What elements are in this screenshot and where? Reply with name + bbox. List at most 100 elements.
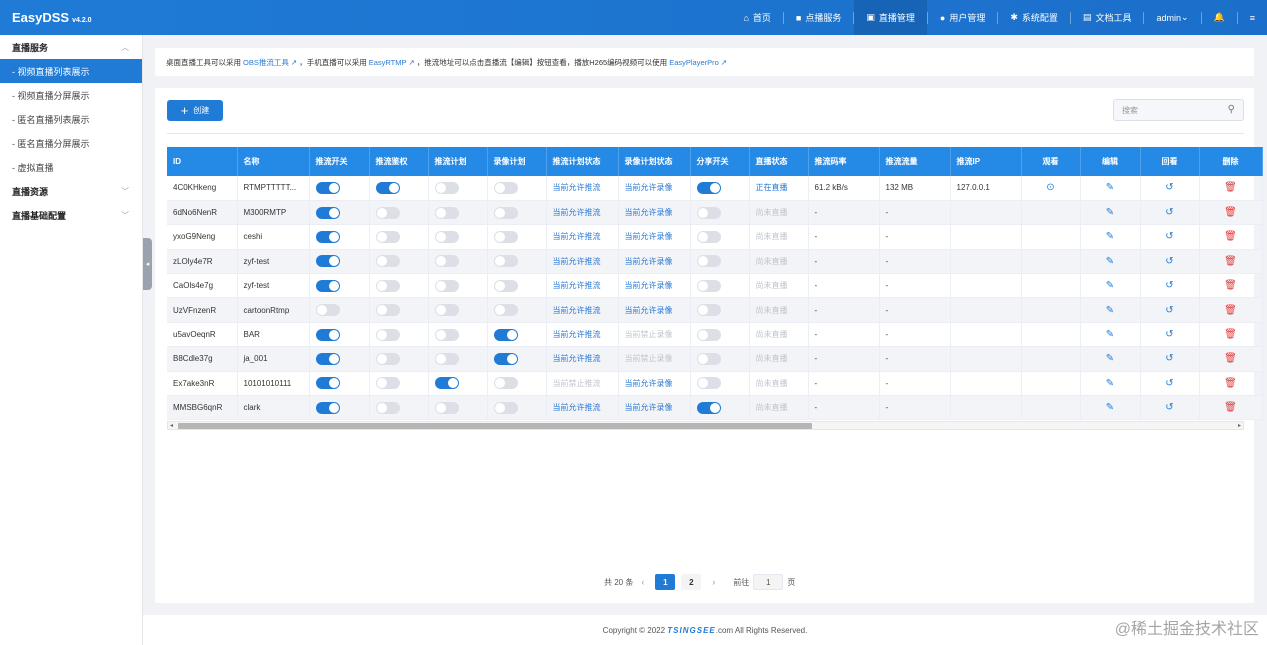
edit-icon[interactable]: ✎ [1106, 402, 1114, 413]
sidebar-collapse-handle[interactable]: ◂ [143, 238, 152, 290]
push-plan-toggle[interactable] [434, 206, 459, 219]
auth-toggle[interactable] [375, 304, 400, 317]
push-toggle[interactable] [315, 352, 340, 365]
scroll-thumb[interactable] [178, 423, 812, 429]
push-plan-toggle[interactable] [434, 401, 459, 414]
auth-toggle[interactable] [375, 377, 400, 390]
playback-icon[interactable]: ↺ [1165, 378, 1173, 389]
record-plan-status[interactable]: 当前允许录像 [625, 183, 673, 192]
push-plan-toggle[interactable] [434, 279, 459, 292]
push-plan-toggle[interactable] [434, 255, 459, 268]
record-plan-status[interactable]: 当前允许录像 [625, 232, 673, 241]
edit-icon[interactable]: ✎ [1106, 329, 1114, 340]
sidebar-group-live-resource[interactable]: 直播资源 ﹀ [0, 179, 142, 203]
share-toggle[interactable] [696, 352, 721, 365]
share-toggle[interactable] [696, 181, 721, 194]
edit-icon[interactable]: ✎ [1106, 182, 1114, 193]
next-page-icon[interactable]: › [712, 577, 715, 587]
auth-toggle[interactable] [375, 279, 400, 292]
edit-icon[interactable]: ✎ [1106, 280, 1114, 291]
trash-icon[interactable]: 🗑 [1224, 182, 1237, 193]
push-plan-toggle[interactable] [434, 304, 459, 317]
push-plan-toggle[interactable] [434, 352, 459, 365]
trash-icon[interactable]: 🗑 [1224, 353, 1237, 364]
sidebar-item-1[interactable]: - 视频直播分屏展示 [0, 83, 142, 107]
share-toggle[interactable] [696, 279, 721, 292]
playback-icon[interactable]: ↺ [1165, 256, 1173, 267]
auth-toggle[interactable] [375, 230, 400, 243]
push-toggle[interactable] [315, 181, 340, 194]
record-plan-toggle[interactable] [493, 328, 518, 341]
nav-item-5[interactable]: ▤ 文档工具 [1071, 0, 1144, 35]
search-input[interactable]: 搜索 ⚲ [1113, 99, 1244, 121]
goto-input[interactable]: 1 [753, 574, 784, 590]
record-plan-toggle[interactable] [493, 255, 518, 268]
create-button[interactable]: + 创建 [167, 100, 223, 121]
record-plan-toggle[interactable] [493, 181, 518, 194]
push-toggle[interactable] [315, 401, 340, 414]
record-plan-status[interactable]: 当前允许录像 [625, 306, 673, 315]
push-plan-status[interactable]: 当前允许推流 [553, 183, 601, 192]
nav-item-1[interactable]: ■ 点播服务 [784, 0, 853, 35]
record-plan-toggle[interactable] [493, 401, 518, 414]
share-toggle[interactable] [696, 230, 721, 243]
trash-icon[interactable]: 🗑 [1224, 329, 1237, 340]
record-plan-status[interactable]: 当前允许录像 [625, 403, 673, 412]
record-plan-status[interactable]: 当前允许录像 [625, 257, 673, 266]
push-plan-status[interactable]: 当前允许推流 [553, 354, 601, 363]
playback-icon[interactable]: ↺ [1165, 329, 1173, 340]
playback-icon[interactable]: ↺ [1165, 353, 1173, 364]
trash-icon[interactable]: 🗑 [1224, 305, 1237, 316]
nav-item-3[interactable]: ● 用户管理 [928, 0, 997, 35]
trash-icon[interactable]: 🗑 [1224, 378, 1237, 389]
push-plan-status[interactable]: 当前允许推流 [553, 306, 601, 315]
auth-toggle[interactable] [375, 401, 400, 414]
push-toggle[interactable] [315, 328, 340, 341]
play-icon[interactable]: ⊙ [1046, 182, 1054, 193]
share-toggle[interactable] [696, 255, 721, 268]
sidebar-item-4[interactable]: - 虚拟直播 [0, 155, 142, 179]
auth-toggle[interactable] [375, 352, 400, 365]
push-plan-status[interactable]: 当前允许推流 [553, 257, 601, 266]
page-button[interactable]: 2 [681, 574, 702, 590]
edit-icon[interactable]: ✎ [1106, 207, 1114, 218]
push-toggle[interactable] [315, 304, 340, 317]
push-plan-toggle[interactable] [434, 328, 459, 341]
nav-item-2[interactable]: ▣ 直播管理 [854, 0, 927, 35]
playback-icon[interactable]: ↺ [1165, 182, 1173, 193]
edit-icon[interactable]: ✎ [1106, 231, 1114, 242]
playback-icon[interactable]: ↺ [1165, 280, 1173, 291]
page-button[interactable]: 1 [655, 574, 676, 590]
sidebar-group-live-config[interactable]: 直播基础配置 ﹀ [0, 203, 142, 227]
bell-icon[interactable]: 🔔 [1202, 0, 1237, 35]
push-toggle[interactable] [315, 206, 340, 219]
playback-icon[interactable]: ↺ [1165, 231, 1173, 242]
trash-icon[interactable]: 🗑 [1224, 231, 1237, 242]
easyrtmp-link[interactable]: EasyRTMP ↗ [369, 58, 415, 67]
playback-icon[interactable]: ↺ [1165, 402, 1173, 413]
edit-icon[interactable]: ✎ [1106, 305, 1114, 316]
push-plan-status[interactable]: 当前允许推流 [553, 208, 601, 217]
share-toggle[interactable] [696, 401, 721, 414]
scroll-right-icon[interactable]: ▸ [1238, 422, 1241, 430]
playback-icon[interactable]: ↺ [1165, 207, 1173, 218]
record-plan-status[interactable]: 当前允许录像 [625, 281, 673, 290]
push-toggle[interactable] [315, 377, 340, 390]
share-toggle[interactable] [696, 206, 721, 219]
sidebar-item-3[interactable]: - 匿名直播分屏展示 [0, 131, 142, 155]
obs-link[interactable]: OBS推流工具 ↗ [243, 57, 297, 68]
auth-toggle[interactable] [375, 206, 400, 219]
push-toggle[interactable] [315, 230, 340, 243]
record-plan-toggle[interactable] [493, 206, 518, 219]
trash-icon[interactable]: 🗑 [1224, 256, 1237, 267]
push-plan-status[interactable]: 当前允许推流 [553, 330, 601, 339]
share-toggle[interactable] [696, 377, 721, 390]
scroll-left-icon[interactable]: ◂ [170, 422, 173, 430]
push-plan-status[interactable]: 当前允许推流 [553, 281, 601, 290]
horizontal-scrollbar[interactable]: ◂ ▸ [167, 421, 1244, 430]
share-toggle[interactable] [696, 304, 721, 317]
easyplayerpro-link[interactable]: EasyPlayerPro ↗ [669, 58, 727, 67]
record-plan-toggle[interactable] [493, 352, 518, 365]
record-plan-toggle[interactable] [493, 230, 518, 243]
user-menu[interactable]: admin ⌄ [1144, 0, 1200, 35]
